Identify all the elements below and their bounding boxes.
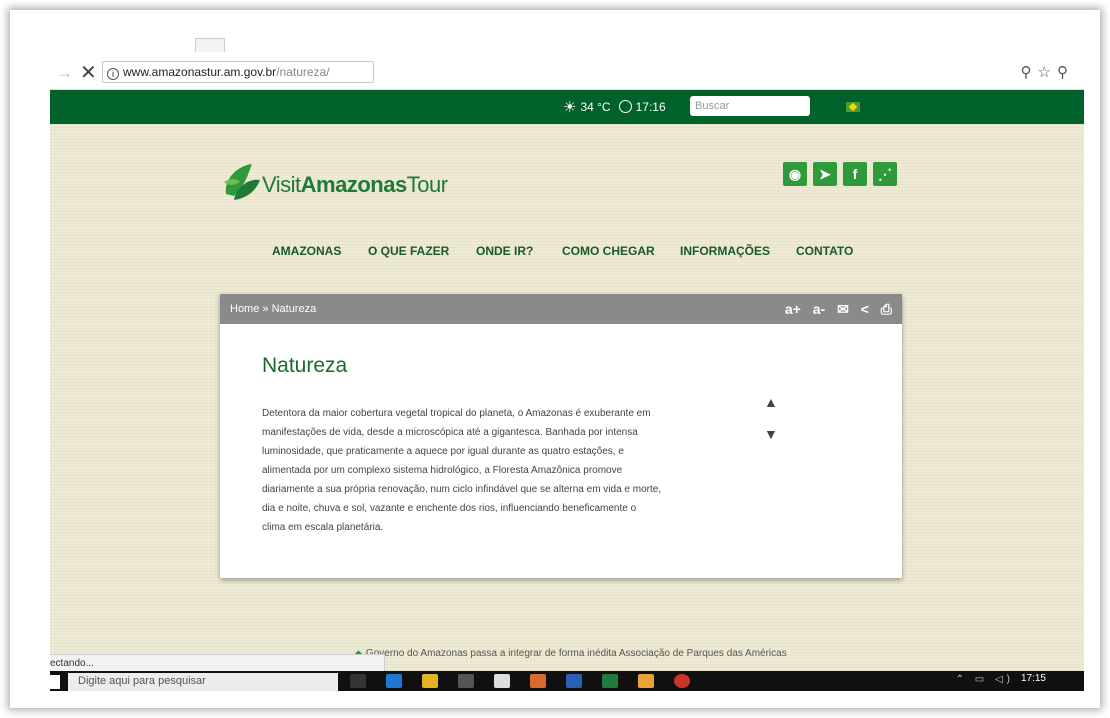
search-input[interactable] (690, 96, 810, 116)
nav-item-informacoes[interactable]: INFORMAÇÕES (680, 244, 770, 258)
print-icon[interactable]: ⎙ (881, 301, 892, 317)
nav-item-como-chegar[interactable]: COMO CHEGAR (562, 244, 655, 258)
browser-address-bar: → ✕ i www.amazonastur.am.gov.br/natureza/… (50, 56, 1084, 90)
content-card: Home » Natureza a+ a- ✉ < ⎙ Natureza Det… (220, 294, 902, 578)
file-explorer-icon[interactable] (422, 674, 438, 688)
site-info-icon[interactable]: i (107, 68, 119, 80)
browser-status-bubble: ectando... (50, 654, 385, 672)
mail-icon[interactable] (494, 674, 510, 688)
brazil-flag-icon[interactable] (846, 102, 860, 112)
article-body: Detentora da maior cobertura vegetal tro… (262, 408, 662, 533)
article-tools: a+ a- ✉ < ⎙ (777, 301, 892, 318)
logo-wordmark: VisitAmazonasTour (262, 172, 448, 197)
taskbar-search-text: Digite aqui para pesquisar (78, 675, 206, 687)
taskbar-search-box[interactable]: Digite aqui para pesquisar (68, 673, 338, 691)
breadcrumb-bar: Home » Natureza a+ a- ✉ < ⎙ (220, 294, 902, 324)
nav-item-amazonas[interactable]: AMAZONAS (272, 244, 341, 258)
ticker-text[interactable]: Governo do Amazonas passa a integrar de … (366, 648, 787, 659)
email-icon[interactable]: ✉ (837, 301, 849, 317)
leaf-logo-icon (224, 164, 260, 200)
chrome-browser-icon[interactable] (674, 674, 690, 688)
nav-item-contato[interactable]: CONTATO (796, 244, 853, 258)
forward-icon[interactable]: → (56, 63, 73, 83)
store-icon[interactable] (458, 674, 474, 688)
zoom-icon[interactable]: ⚲ (1021, 64, 1038, 81)
weather-widget: ☀ 34 °C 17:16 (563, 98, 666, 116)
current-time: 17:16 (635, 100, 666, 114)
stop-loading-icon[interactable]: ✕ (80, 60, 97, 85)
font-decrease-button[interactable]: a- (813, 301, 825, 317)
site-top-bar: ☀ 34 °C 17:16 (50, 90, 1084, 124)
facebook-icon[interactable]: f (843, 162, 867, 186)
excel-icon[interactable] (602, 674, 618, 688)
system-tray-icons[interactable]: ⌃ ▭ ◁) (956, 674, 1014, 685)
news-ticker[interactable]: ◆ Governo do Amazonas passa a integrar de… (355, 648, 787, 659)
url-field[interactable]: i www.amazonastur.am.gov.br/natureza/ (102, 61, 374, 83)
page-background: VisitAmazonasTour ◉ ➤ f ⋰ AMAZONAS O QUE… (50, 124, 1084, 671)
clock-icon (618, 100, 632, 113)
task-view-icon[interactable] (350, 674, 366, 688)
loading-status-text: ectando... (50, 658, 94, 669)
nav-item-onde-ir[interactable]: ONDE IR? (476, 244, 533, 258)
edge-browser-icon[interactable] (386, 674, 402, 688)
page-title: Natureza (262, 354, 348, 377)
url-path: /natureza/ (276, 65, 330, 79)
url-domain: www.amazonastur.am.gov.br (123, 65, 277, 79)
nav-item-o-que-fazer[interactable]: O QUE FAZER (368, 244, 449, 258)
word-icon[interactable] (566, 674, 582, 688)
bookmark-star-icon[interactable]: ☆ (1038, 64, 1057, 81)
instagram-icon[interactable]: ◉ (783, 162, 807, 186)
scroll-up-arrow-icon[interactable]: ▲ (764, 394, 778, 410)
partly-cloudy-icon: ☀ (563, 99, 577, 116)
extension-icon[interactable]: ⚲ (1057, 64, 1074, 81)
rss-icon[interactable]: ⋰ (873, 162, 897, 186)
browser-tab-stub[interactable] (195, 38, 225, 52)
scroll-down-arrow-icon[interactable]: ▼ (764, 426, 778, 442)
font-increase-button[interactable]: a+ (785, 301, 801, 317)
windows-taskbar: Digite aqui para pesquisar ⌃ ▭ ◁) 17:15 (50, 671, 1084, 691)
photos-icon[interactable] (638, 674, 654, 688)
powerpoint-icon[interactable] (530, 674, 546, 688)
windows-start-icon[interactable] (50, 675, 60, 689)
twitter-icon[interactable]: ➤ (813, 162, 837, 186)
taskbar-clock[interactable]: 17:15 (1021, 673, 1046, 684)
temperature: 34 °C (580, 100, 611, 114)
share-icon[interactable]: < (861, 301, 869, 317)
zoom-bookmark-menu-icons[interactable]: ⚲☆⚲ (1021, 63, 1074, 81)
breadcrumb[interactable]: Home » Natureza (230, 303, 316, 315)
